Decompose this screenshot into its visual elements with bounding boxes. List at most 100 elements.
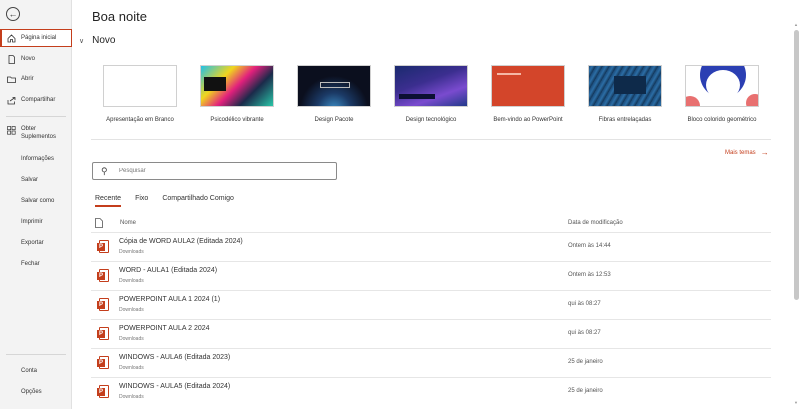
template-label: Psicodélico vibrante bbox=[210, 117, 264, 123]
sidebar-item-close[interactable]: Fechar bbox=[0, 259, 72, 269]
search-icon: ⚲ bbox=[101, 165, 108, 176]
sidebar-item-info[interactable]: Informações bbox=[0, 154, 72, 164]
vertical-scrollbar[interactable] bbox=[794, 30, 799, 300]
file-name: WINDOWS - AULA5 (Editada 2024) bbox=[119, 383, 231, 390]
search-box[interactable]: ⚲ bbox=[92, 162, 337, 180]
file-location: Downloads bbox=[119, 336, 144, 342]
file-location: Downloads bbox=[119, 249, 144, 255]
template-fibers[interactable]: Fibras entrelaçadas bbox=[586, 65, 664, 123]
sidebar-item-save[interactable]: Salvar bbox=[0, 175, 72, 185]
column-date-header[interactable]: Data de modificação bbox=[568, 220, 623, 226]
sidebar-item-new[interactable]: Novo bbox=[0, 54, 72, 64]
sidebar-item-addins[interactable]: Obter Suplementos bbox=[0, 125, 72, 143]
scroll-down-arrow-icon[interactable]: ▼ bbox=[794, 400, 798, 405]
sidebar-item-save-as[interactable]: Salvar como bbox=[0, 196, 72, 206]
sidebar-item-label: Opções bbox=[21, 389, 42, 395]
store-icon bbox=[7, 126, 16, 135]
sidebar-item-options[interactable]: Opções bbox=[0, 387, 72, 397]
sidebar-item-label: Salvar como bbox=[21, 198, 55, 204]
template-thumbnail bbox=[200, 65, 274, 107]
template-tech[interactable]: Design tecnológico bbox=[392, 65, 470, 123]
file-type-icon bbox=[95, 218, 103, 230]
template-blank[interactable]: Apresentação em Branco bbox=[101, 65, 179, 123]
file-name: WORD - AULA1 (Editada 2024) bbox=[119, 267, 218, 274]
template-gallery: Apresentação em Branco Psicodélico vibra… bbox=[101, 65, 769, 129]
template-label: Design tecnológico bbox=[405, 117, 457, 123]
powerpoint-file-icon: P bbox=[97, 298, 109, 312]
tab-recent[interactable]: Recente bbox=[95, 195, 122, 207]
scroll-up-arrow-icon[interactable]: ▲ bbox=[794, 22, 798, 27]
file-name: POWERPOINT AULA 2 2024 bbox=[119, 325, 210, 332]
chevron-down-icon: ∨ bbox=[79, 37, 85, 45]
template-package[interactable]: Design Pacote bbox=[295, 65, 373, 123]
sidebar-item-export[interactable]: Exportar bbox=[0, 238, 72, 248]
table-row[interactable]: P POWERPOINT AULA 2 2024 Downloads qui à… bbox=[91, 319, 771, 348]
sidebar-item-label: Conta bbox=[21, 368, 38, 374]
more-themes-label: Mais temas bbox=[725, 149, 756, 156]
tab-pinned[interactable]: Fixo bbox=[135, 195, 148, 207]
sidebar-item-account[interactable]: Conta bbox=[0, 366, 72, 376]
table-row[interactable]: P POWERPOINT AULA 1 2024 (1) Downloads q… bbox=[91, 290, 771, 319]
template-label: Apresentação em Branco bbox=[106, 117, 174, 123]
folder-icon bbox=[7, 75, 16, 84]
template-thumbnail bbox=[297, 65, 371, 107]
template-geometric[interactable]: Bloco colorido geométrico bbox=[683, 65, 761, 123]
sidebar-item-label: Salvar bbox=[21, 177, 39, 183]
template-welcome[interactable]: Bem-vindo ao PowerPoint bbox=[489, 65, 567, 123]
section-divider bbox=[91, 139, 771, 140]
template-thumbnail bbox=[588, 65, 662, 107]
powerpoint-file-icon: P bbox=[97, 356, 109, 370]
sidebar-item-label: Obter Suplementos bbox=[21, 126, 57, 140]
sidebar-item-print[interactable]: Imprimir bbox=[0, 217, 72, 227]
template-label: Fibras entrelaçadas bbox=[598, 117, 652, 123]
sidebar-item-label: Informações bbox=[21, 156, 55, 162]
new-section-title: Novo bbox=[92, 35, 116, 46]
file-location: Downloads bbox=[119, 394, 144, 400]
sidebar-item-label: Fechar bbox=[21, 261, 40, 267]
powerpoint-file-icon: P bbox=[97, 269, 109, 283]
file-name: POWERPOINT AULA 1 2024 (1) bbox=[119, 296, 221, 303]
template-label: Bloco colorido geométrico bbox=[687, 117, 757, 123]
sidebar-item-share[interactable]: Compartilhar bbox=[0, 95, 72, 105]
file-date: qui às 08:27 bbox=[568, 330, 601, 336]
sidebar-item-label: Compartilhar bbox=[21, 97, 56, 103]
template-thumbnail bbox=[685, 65, 759, 107]
file-name: WINDOWS - AULA6 (Editada 2023) bbox=[119, 354, 231, 361]
home-icon bbox=[7, 33, 16, 43]
sidebar-item-label: Imprimir bbox=[21, 219, 43, 225]
template-label: Design Pacote bbox=[314, 117, 354, 123]
file-list: P Cópia de WORD AULA2 (Editada 2024) Dow… bbox=[91, 232, 771, 406]
file-date: 25 de janeiro bbox=[568, 359, 603, 365]
table-row[interactable]: P WINDOWS - AULA6 (Editada 2023) Downloa… bbox=[91, 348, 771, 377]
table-row[interactable]: P WORD - AULA1 (Editada 2024) Downloads … bbox=[91, 261, 771, 290]
file-location: Downloads bbox=[119, 307, 144, 313]
column-name-header[interactable]: Nome bbox=[120, 220, 136, 226]
file-tabs: Recente Fixo Compartilhado Comigo bbox=[95, 195, 248, 207]
table-row[interactable]: P WINDOWS - AULA5 (Editada 2024) Downloa… bbox=[91, 377, 771, 406]
template-psychedelic[interactable]: Psicodélico vibrante bbox=[198, 65, 276, 123]
more-themes-link[interactable]: Mais temas → bbox=[725, 148, 769, 157]
share-icon bbox=[7, 96, 16, 105]
sidebar-divider bbox=[6, 354, 66, 355]
file-list-header: Nome Data de modificação bbox=[95, 218, 771, 230]
file-date: Ontem às 14:44 bbox=[568, 243, 611, 249]
tab-shared[interactable]: Compartilhado Comigo bbox=[162, 195, 234, 207]
sidebar-divider bbox=[6, 116, 66, 117]
table-row[interactable]: P Cópia de WORD AULA2 (Editada 2024) Dow… bbox=[91, 232, 771, 261]
powerpoint-file-icon: P bbox=[97, 385, 109, 399]
sidebar-item-label: Novo bbox=[21, 56, 36, 62]
file-date: Ontem às 12:53 bbox=[568, 272, 611, 278]
sidebar-item-home[interactable]: Página inicial bbox=[0, 29, 72, 47]
sidebar-item-label: Abrir bbox=[21, 76, 34, 82]
file-location: Downloads bbox=[119, 278, 144, 284]
sidebar-item-open[interactable]: Abrir bbox=[0, 74, 72, 84]
new-section-toggle[interactable]: ∨ Novo bbox=[79, 35, 115, 46]
search-input[interactable] bbox=[119, 168, 319, 174]
template-thumbnail bbox=[394, 65, 468, 107]
file-date: qui às 08:27 bbox=[568, 301, 601, 307]
new-file-icon bbox=[7, 54, 16, 64]
back-arrow-icon[interactable]: ← bbox=[6, 7, 20, 21]
main-content: Boa noite ∨ Novo Apresentação em Branco … bbox=[73, 0, 791, 409]
template-label: Bem-vindo ao PowerPoint bbox=[493, 117, 563, 123]
template-thumbnail bbox=[103, 65, 177, 107]
